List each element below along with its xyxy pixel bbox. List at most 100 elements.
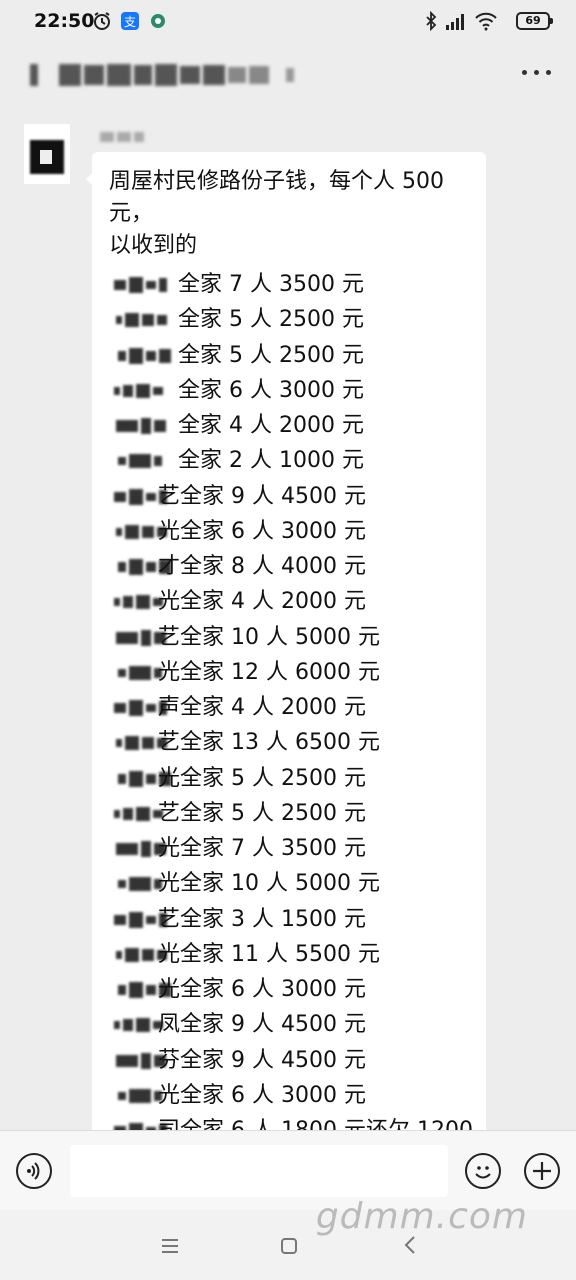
redacted-name: [114, 1014, 163, 1036]
contribution-amount: 全家 2 人 1000 元: [178, 448, 364, 474]
contribution-row: 全家 7 人 3500 元: [92, 268, 486, 303]
redacted-name: [118, 450, 162, 472]
contribution-amount: 全家 9 人 4500 元: [180, 1012, 366, 1038]
alarm-icon: [94, 12, 110, 30]
name-tail: 光: [158, 871, 181, 897]
chat-title-redacted[interactable]: [30, 60, 294, 90]
redacted-name: [114, 380, 163, 402]
name-tail: 光: [158, 836, 181, 861]
contribution-row: 光全家 12 人 6000 元: [92, 656, 486, 691]
contribution-row: 光全家 11 人 5500 元: [92, 938, 486, 973]
contribution-text: 光全家 6 人 3000 元: [158, 976, 366, 1004]
contribution-text: 艺全家 9 人 4500 元: [158, 483, 366, 511]
message-bubble[interactable]: 周屋村民修路份子钱，每个人 500 元， 以收到的 全家 7 人 3500 元全…: [92, 152, 486, 1142]
emoji-button[interactable]: [465, 1153, 501, 1189]
contribution-row: 艺全家 10 人 5000 元: [92, 621, 486, 656]
contribution-text: 光全家 6 人 3000 元: [158, 518, 366, 546]
redacted-name: [114, 591, 163, 613]
signal-icon: [446, 14, 464, 30]
contribution-amount: 全家 5 人 2500 元: [180, 765, 366, 791]
contribution-text: 光全家 6 人 3000 元: [158, 1082, 366, 1110]
contribution-amount: 全家 9 人 4500 元: [180, 1047, 366, 1073]
contribution-amount: 全家 5 人 2500 元: [180, 800, 366, 826]
more-options-button[interactable]: [522, 70, 552, 78]
contribution-row: 全家 5 人 2500 元: [92, 303, 486, 338]
contribution-amount: 全家 5 人 2500 元: [178, 342, 364, 368]
plus-icon: [533, 1162, 551, 1180]
contribution-text: 全家 2 人 1000 元: [178, 447, 364, 475]
name-tail: 凤: [158, 1012, 181, 1038]
redacted-name: [114, 274, 167, 296]
contribution-row: 全家 5 人 2500 元: [92, 339, 486, 374]
contribution-text: 光全家 5 人 2500 元: [158, 765, 366, 793]
contribution-row: 全家 6 人 3000 元: [92, 374, 486, 409]
contribution-text: 艺全家 5 人 2500 元: [158, 800, 366, 828]
contribution-amount: 全家 3 人 1500 元: [180, 906, 366, 932]
contribution-amount: 全家 4 人 2000 元: [180, 589, 366, 615]
wifi-icon: [475, 12, 497, 31]
sender-avatar[interactable]: [24, 124, 70, 184]
redacted-name: [116, 415, 166, 437]
contribution-row: 声全家 4 人 2000 元: [92, 691, 486, 726]
contribution-row: 光全家 10 人 5000 元: [92, 867, 486, 902]
contribution-amount: 全家 4 人 2000 元: [180, 695, 366, 720]
contribution-amount: 全家 13 人 6500 元: [180, 730, 380, 756]
contribution-amount: 全家 7 人 3500 元: [180, 836, 366, 861]
message-input[interactable]: [70, 1145, 448, 1197]
name-tail: 光: [158, 518, 181, 544]
more-dots-icon: [522, 70, 527, 75]
bluetooth-icon: [426, 11, 437, 31]
contribution-text: 光全家 4 人 2000 元: [158, 588, 366, 616]
contribution-text: 声全家 4 人 2000 元: [158, 694, 366, 722]
redacted-name: [116, 309, 167, 331]
contribution-text: 艺全家 13 人 6500 元: [158, 729, 380, 757]
contribution-amount: 全家 6 人 3000 元: [180, 977, 366, 1002]
status-time: 22:50: [34, 10, 95, 32]
more-functions-button[interactable]: [524, 1153, 560, 1189]
contribution-text: 凤全家 9 人 4500 元: [158, 1011, 366, 1039]
contribution-row: 光全家 6 人 3000 元: [92, 973, 486, 1008]
contribution-amount: 全家 10 人 5000 元: [180, 871, 380, 897]
contribution-row: 艺全家 3 人 1500 元: [92, 903, 486, 938]
redacted-name: [114, 803, 163, 825]
contribution-amount: 全家 12 人 6000 元: [180, 659, 380, 685]
contribution-text: 全家 5 人 2500 元: [178, 306, 364, 334]
app-icon: 支: [121, 12, 139, 30]
name-tail: 艺: [158, 730, 181, 756]
contribution-amount: 全家 9 人 4500 元: [180, 483, 366, 509]
contribution-row: 芬全家 9 人 4500 元: [92, 1044, 486, 1079]
contribution-row: 光全家 4 人 2000 元: [92, 585, 486, 620]
contribution-amount: 全家 7 人 3500 元: [178, 272, 364, 297]
menu-icon[interactable]: [160, 1238, 180, 1254]
contribution-row: 艺全家 5 人 2500 元: [92, 797, 486, 832]
sender-name-redacted: [100, 132, 144, 146]
name-tail: 声: [158, 695, 181, 720]
contribution-text: 艺全家 3 人 1500 元: [158, 906, 366, 934]
notification-dot-icon: [151, 14, 165, 28]
contribution-text: 芬全家 9 人 4500 元: [158, 1047, 366, 1075]
contribution-list: 全家 7 人 3500 元全家 5 人 2500 元全家 5 人 2500 元全…: [92, 268, 486, 1142]
home-icon[interactable]: [281, 1238, 297, 1254]
back-icon[interactable]: [400, 1234, 422, 1256]
voice-button[interactable]: [16, 1153, 52, 1189]
redacted-name: [118, 873, 162, 895]
contribution-text: 光全家 7 人 3500 元: [158, 835, 366, 863]
redacted-name: [118, 1085, 162, 1107]
contribution-text: 光全家 12 人 6000 元: [158, 659, 380, 687]
watermark: gdmm.com: [315, 1196, 528, 1237]
redacted-name: [118, 662, 162, 684]
contribution-row: 全家 4 人 2000 元: [92, 409, 486, 444]
contribution-row: 凤全家 9 人 4500 元: [92, 1008, 486, 1043]
contribution-amount: 全家 6 人 3000 元: [180, 1082, 366, 1108]
status-bar: 22:50 支 69: [0, 0, 576, 46]
contribution-row: 光全家 6 人 3000 元: [92, 515, 486, 550]
message-intro: 周屋村民修路份子钱，每个人 500 元， 以收到的: [109, 166, 469, 262]
redacted-name: [118, 345, 171, 367]
name-tail: 艺: [158, 624, 181, 650]
contribution-row: 光全家 5 人 2500 元: [92, 762, 486, 797]
svg-text:支: 支: [124, 15, 136, 29]
name-tail: 光: [158, 941, 181, 967]
contribution-text: 全家 6 人 3000 元: [178, 377, 364, 405]
name-tail: 艺: [158, 906, 181, 932]
contribution-row: 光全家 6 人 3000 元: [92, 1079, 486, 1114]
